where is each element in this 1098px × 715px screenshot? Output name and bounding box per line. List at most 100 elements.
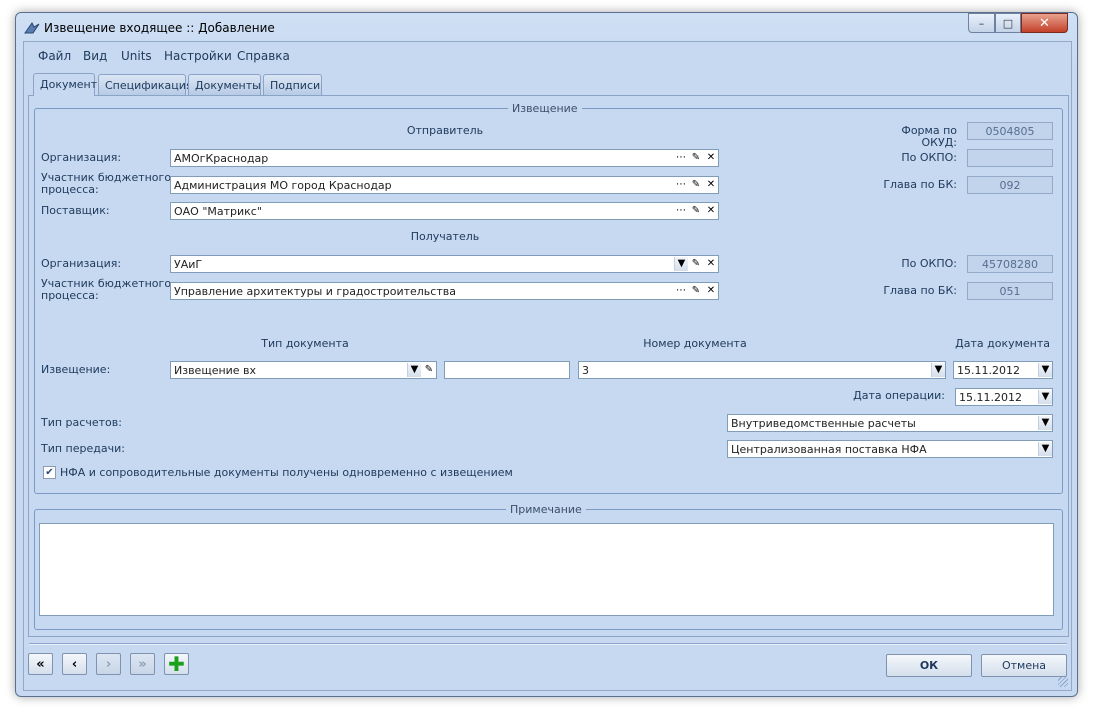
separator [29,643,1067,645]
op-date-picker[interactable]: 15.11.2012 ▼ [955,388,1053,406]
edit-icon[interactable]: ✎ [422,363,436,377]
note-textarea[interactable] [39,523,1054,616]
simultaneous-checkbox[interactable]: ✔ [43,466,56,479]
supplier-value: ОАО "Матрикс" [174,205,262,218]
menu-view[interactable]: Вид [83,49,107,63]
sender-org-label: Организация: [41,151,122,164]
chevron-down-icon[interactable]: ▼ [674,257,688,271]
receiver-budget-value: Управление архитектуры и градостроительс… [174,285,456,298]
edit-icon[interactable]: ✎ [689,257,703,271]
menu-settings[interactable]: Настройки [164,49,232,63]
ellipsis-icon[interactable]: ⋯ [674,284,688,298]
notice-group-legend: Извещение [508,102,582,115]
sender-budget-value: Администрация МО город Краснодар [174,179,392,192]
maximize-button[interactable]: □ [995,13,1021,33]
chevron-down-icon[interactable]: ▼ [1038,442,1052,456]
transfer-type-select[interactable]: Централизованная поставка НФА ▼ [727,440,1053,458]
chevron-down-icon[interactable]: ▼ [1038,363,1052,377]
chevron-down-icon[interactable]: ▼ [1038,416,1052,430]
clear-icon[interactable]: ✕ [704,204,718,218]
notice-label: Извещение: [41,363,111,376]
receiver-org-field[interactable]: УАиГ ▼ ✎ ✕ [170,255,719,273]
next-record-button[interactable]: › [96,653,121,675]
resize-grip-icon[interactable] [1058,677,1068,687]
document-tab-panel: Извещение Отправитель Организация: АМОгК… [28,95,1069,637]
doc-date-picker[interactable]: 15.11.2012 ▼ [953,361,1053,379]
doc-number-select[interactable]: 3 ▼ [578,361,946,379]
last-record-button[interactable]: » [130,653,155,675]
chevron-left-icon: ‹ [71,656,78,672]
receiver-bk-label: Глава по БК: [883,284,957,297]
tab-specification[interactable]: Спецификация [98,74,192,95]
minimize-button[interactable]: – [968,13,995,33]
sender-org-field[interactable]: АМОгКраснодар ⋯ ✎ ✕ [170,149,719,167]
bk-label: Глава по БК: [883,178,957,191]
receiver-header: Получатель [410,230,480,243]
chevron-right-icon: › [105,656,112,672]
doc-date-header: Дата документа [955,337,1050,350]
doc-type-select[interactable]: Извещение вх ▼ ✎ [170,361,437,379]
bk-field: 092 [967,176,1053,194]
cancel-button[interactable]: Отмена [981,654,1067,677]
edit-icon[interactable]: ✎ [689,178,703,192]
receiver-budget-label-line2: процесса: [41,289,99,302]
sender-budget-field[interactable]: Администрация МО город Краснодар ⋯ ✎ ✕ [170,176,719,194]
calc-type-label: Тип расчетов: [41,416,122,429]
clear-icon[interactable]: ✕ [704,178,718,192]
simultaneous-checkbox-label[interactable]: НФА и сопроводительные документы получен… [60,467,513,479]
op-date-value: 15.11.2012 [959,391,1022,404]
menu-help[interactable]: Справка [237,49,290,63]
calc-type-value: Внутриведомственные расчеты [731,417,916,430]
ok-button[interactable]: ОК [886,654,972,677]
plus-icon: ✚ [168,652,185,676]
ellipsis-icon[interactable]: ⋯ [674,204,688,218]
window-title: Извещение входящее :: Добавление [44,21,275,35]
ellipsis-icon[interactable]: ⋯ [674,178,688,192]
maximize-icon: □ [1002,16,1014,30]
doc-number-header: Номер документа [643,337,747,350]
note-group: Примечание [34,503,1063,630]
ellipsis-icon[interactable]: ⋯ [674,151,688,165]
double-chevron-left-icon: « [36,656,45,672]
supplier-label: Поставщик: [41,204,110,217]
tab-signatures[interactable]: Подписи [263,74,322,95]
edit-icon[interactable]: ✎ [689,204,703,218]
client-area: Файл Вид Units Настройки Справка Докумен… [23,41,1072,691]
supplier-field[interactable]: ОАО "Матрикс" ⋯ ✎ ✕ [170,202,719,220]
close-button[interactable]: ✕ [1021,13,1068,33]
chevron-down-icon[interactable]: ▼ [1038,390,1052,404]
menu-bar: Файл Вид Units Настройки Справка [24,42,1071,66]
chevron-down-icon[interactable]: ▼ [407,363,421,377]
sender-header: Отправитель [406,124,484,137]
receiver-org-label: Организация: [41,257,122,270]
dialog-window: Извещение входящее :: Добавление – □ ✕ Ф… [15,12,1078,697]
doc-date-value: 15.11.2012 [957,364,1020,377]
clear-icon[interactable]: ✕ [704,284,718,298]
sender-org-value: АМОгКраснодар [174,152,269,165]
receiver-org-value: УАиГ [174,258,203,271]
note-group-legend: Примечание [506,503,586,516]
notice-group: Извещение Отправитель Организация: АМОгК… [34,102,1063,494]
calc-type-select[interactable]: Внутриведомственные расчеты ▼ [727,414,1053,432]
previous-record-button[interactable]: ‹ [62,653,87,675]
double-chevron-right-icon: » [138,656,147,672]
op-date-label: Дата операции: [853,389,945,402]
title-bar[interactable]: Извещение входящее :: Добавление – □ ✕ [16,13,1077,41]
tab-document[interactable]: Документ [33,73,97,96]
menu-file[interactable]: Файл [38,49,71,63]
edit-icon[interactable]: ✎ [689,284,703,298]
minimize-icon: – [978,16,985,30]
receiver-okpo-field: 45708280 [967,255,1053,273]
first-record-button[interactable]: « [28,653,53,675]
receiver-budget-field[interactable]: Управление архитектуры и градостроительс… [170,282,719,300]
doc-extra-field[interactable] [444,361,570,379]
edit-icon[interactable]: ✎ [689,151,703,165]
clear-icon[interactable]: ✕ [704,257,718,271]
add-record-button[interactable]: ✚ [164,652,189,676]
doc-type-value: Извещение вх [174,364,257,377]
menu-units[interactable]: Units [121,49,152,63]
clear-icon[interactable]: ✕ [704,151,718,165]
okud-field: 0504805 [967,122,1053,140]
tab-documents[interactable]: Документы [188,74,261,95]
chevron-down-icon[interactable]: ▼ [931,363,945,377]
